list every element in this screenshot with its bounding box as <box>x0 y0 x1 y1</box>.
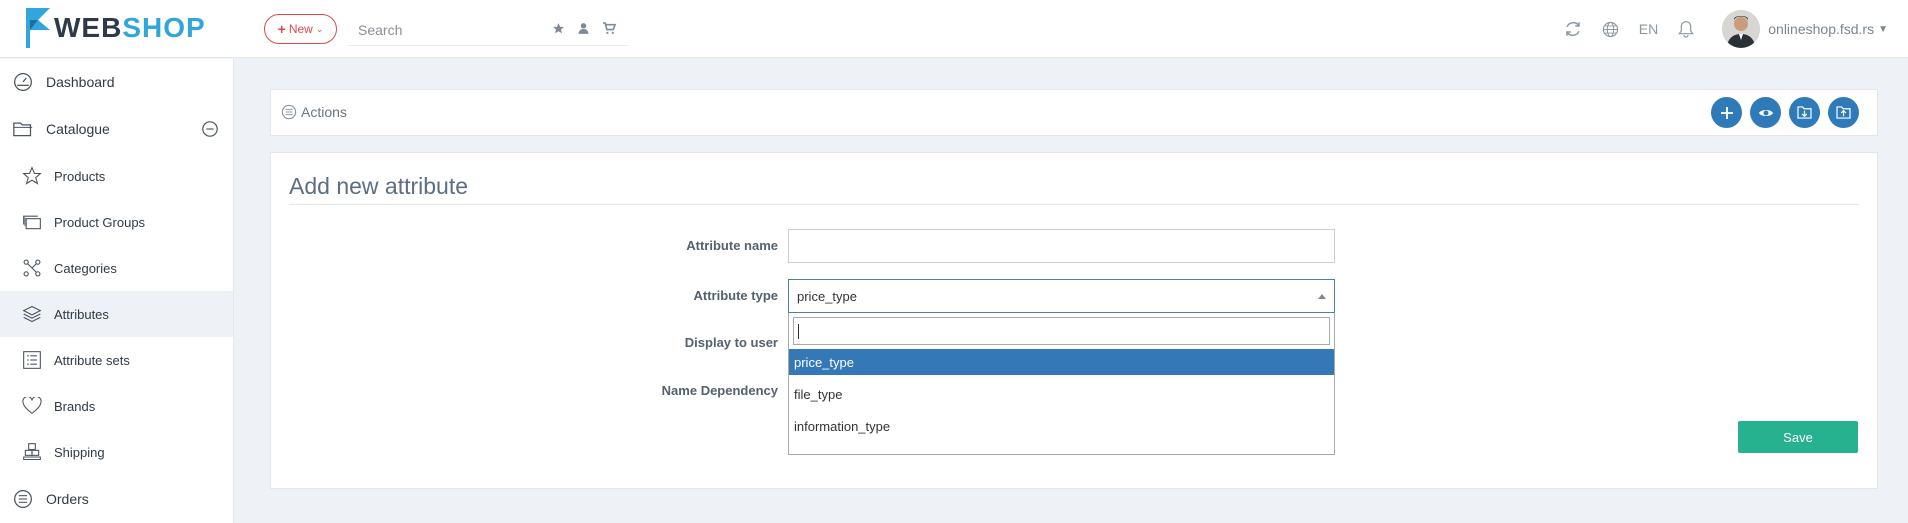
orders-icon <box>12 488 34 510</box>
attribute-name-input[interactable] <box>788 229 1335 263</box>
refresh-icon[interactable] <box>1564 20 1582 38</box>
actions-bar: Actions <box>270 89 1878 136</box>
sidebar-item-label: Attributes <box>54 306 109 322</box>
sidebar: Dashboard Catalogue Products Product Gro… <box>0 59 234 523</box>
search-bar <box>348 14 628 46</box>
dropdown-option[interactable]: price_type <box>789 349 1334 375</box>
save-button[interactable]: Save <box>1738 421 1858 453</box>
user-name: onlineshop.fsd.rs <box>1768 21 1875 37</box>
logo-text-shop: SHOP <box>122 12 206 43</box>
bell-icon[interactable] <box>1678 20 1695 38</box>
sidebar-item-label: Catalogue <box>46 121 110 137</box>
cart-icon[interactable] <box>602 22 616 35</box>
sidebar-item-dashboard[interactable]: Dashboard <box>0 59 233 105</box>
user-icon[interactable] <box>577 22 590 35</box>
sidebar-item-shipping[interactable]: Shipping <box>0 429 233 475</box>
name-dependency-label: Name Dependency <box>661 383 778 398</box>
sidebar-item-attribute-sets[interactable]: Attribute sets <box>0 337 233 383</box>
add-button[interactable] <box>1711 97 1742 128</box>
user-photo-icon <box>1722 10 1761 48</box>
plus-icon <box>1720 106 1733 119</box>
caret-up-icon <box>1318 294 1326 299</box>
logo-flag-icon <box>26 8 50 48</box>
folder-export-icon <box>1836 106 1851 119</box>
language-selector[interactable]: EN <box>1639 21 1658 37</box>
plus-icon: + <box>277 21 286 37</box>
sidebar-item-product-groups[interactable]: Product Groups <box>0 199 233 245</box>
folder-icon <box>12 118 34 140</box>
shipping-icon <box>21 441 43 463</box>
sidebar-item-label: Orders <box>46 491 89 507</box>
categories-icon <box>21 257 43 279</box>
attribute-name-label: Attribute name <box>686 238 778 253</box>
display-to-user-label: Display to user <box>684 335 778 350</box>
search-input[interactable] <box>348 21 538 38</box>
user-menu[interactable]: onlineshop.fsd.rs ▼ <box>1768 21 1888 37</box>
add-attribute-panel: Add new attribute Attribute name Attribu… <box>270 152 1878 489</box>
globe-icon[interactable] <box>1602 21 1619 38</box>
star-icon <box>21 165 43 187</box>
sidebar-item-label: Categories <box>54 260 117 276</box>
sidebar-item-catalogue[interactable]: Catalogue <box>0 106 233 152</box>
sidebar-item-brands[interactable]: Brands <box>0 383 233 429</box>
caret-down-icon: ▼ <box>1878 23 1888 35</box>
avatar[interactable] <box>1722 10 1761 48</box>
logo-text-web: WEB <box>54 12 123 43</box>
attribute-type-value: price_type <box>797 288 857 304</box>
new-button[interactable]: + New ⌄ <box>264 14 337 44</box>
view-button[interactable] <box>1750 97 1781 128</box>
star-icon[interactable] <box>552 22 565 35</box>
menu-circle-icon <box>281 104 297 120</box>
heart-icon <box>21 395 43 417</box>
list-icon <box>21 349 43 371</box>
eye-icon <box>1758 109 1773 116</box>
actions-label: Actions <box>301 104 347 120</box>
export-button[interactable] <box>1828 97 1859 128</box>
sidebar-item-label: Attribute sets <box>54 352 130 368</box>
chevron-down-icon: ⌄ <box>315 23 324 34</box>
dropdown-option[interactable]: information_type <box>789 413 1334 439</box>
sidebar-item-attributes[interactable]: Attributes <box>0 291 233 337</box>
page-title: Add new attribute <box>289 173 469 199</box>
text-cursor <box>798 324 799 339</box>
sidebar-item-orders[interactable]: Orders <box>0 476 233 522</box>
attribute-type-label: Attribute type <box>693 288 779 303</box>
import-button[interactable] <box>1789 97 1820 128</box>
top-bar: WEBSHOP + New ⌄ EN onlineshop.fs <box>0 0 1908 58</box>
product-groups-icon <box>21 211 43 233</box>
attribute-type-select[interactable]: price_type <box>788 279 1335 313</box>
dashboard-icon <box>12 71 34 93</box>
sidebar-item-products[interactable]: Products <box>0 153 233 199</box>
collapse-icon[interactable] <box>201 120 219 141</box>
webshop-logo[interactable]: WEBSHOP <box>24 8 206 48</box>
actions-toggle[interactable]: Actions <box>281 104 347 120</box>
sidebar-item-label: Product Groups <box>54 214 146 230</box>
sidebar-item-label: Shipping <box>54 444 105 460</box>
folder-import-icon <box>1797 106 1812 119</box>
new-button-label: New <box>288 22 313 36</box>
sidebar-item-categories[interactable]: Categories <box>0 245 233 291</box>
layers-icon <box>21 303 43 325</box>
sidebar-item-label: Brands <box>54 398 96 414</box>
sidebar-item-label: Dashboard <box>46 74 115 90</box>
dropdown-search-input[interactable] <box>793 317 1330 345</box>
sidebar-item-label: Products <box>54 168 106 184</box>
dropdown-option[interactable]: file_type <box>789 381 1334 407</box>
title-divider <box>289 204 1859 205</box>
attribute-type-dropdown: price_type file_type information_type <box>788 313 1335 455</box>
